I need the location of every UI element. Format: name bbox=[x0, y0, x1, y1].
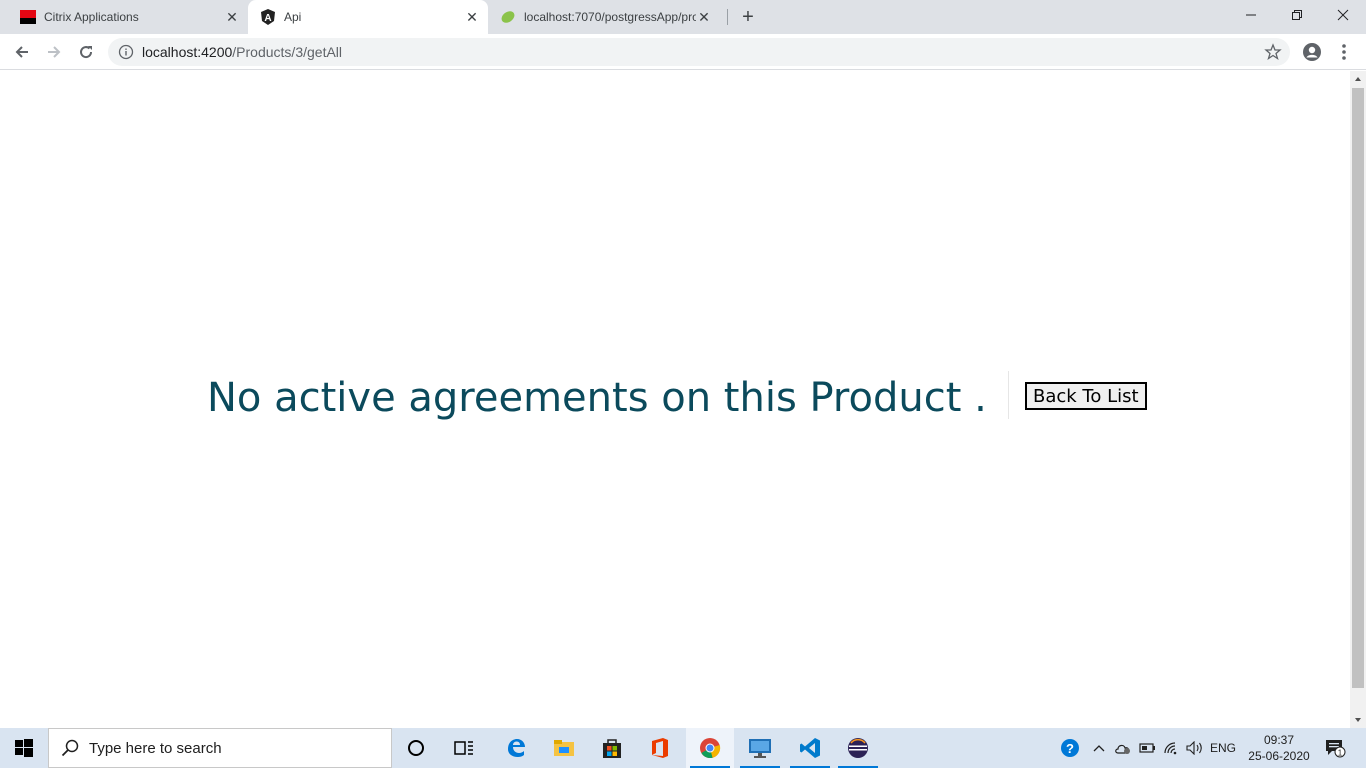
tab-close-icon[interactable]: ✕ bbox=[464, 9, 480, 25]
taskbar-search-box[interactable]: Type here to search bbox=[48, 728, 392, 768]
taskbar-clock[interactable]: 09:37 25-06-2020 bbox=[1240, 728, 1318, 768]
no-agreements-message: No active agreements on this Product . bbox=[207, 375, 987, 421]
close-window-button[interactable] bbox=[1320, 0, 1366, 30]
scroll-down-arrow-icon[interactable] bbox=[1350, 712, 1366, 728]
tab-close-icon[interactable]: ✕ bbox=[696, 9, 712, 25]
volume-tray-icon[interactable] bbox=[1184, 728, 1206, 768]
arrow-right-icon bbox=[48, 46, 61, 58]
restore-icon bbox=[1292, 10, 1302, 20]
url-text[interactable]: localhost:4200/Products/3/getAll bbox=[142, 44, 342, 60]
close-icon bbox=[1337, 9, 1349, 21]
cloud-sync-icon bbox=[1115, 744, 1130, 754]
eclipse-app[interactable] bbox=[834, 728, 882, 768]
windows-taskbar: Type here to search ? ENG 09:37 25-06-20… bbox=[0, 728, 1366, 768]
account-circle-icon bbox=[1303, 43, 1321, 61]
tab-api[interactable]: A Api ✕ bbox=[248, 0, 488, 34]
chevron-up-icon bbox=[1093, 745, 1105, 752]
content-divider bbox=[1008, 371, 1009, 419]
clock-date: 25-06-2020 bbox=[1248, 749, 1310, 763]
back-to-list-button[interactable]: Back To List bbox=[1025, 382, 1147, 410]
eclipse-icon bbox=[848, 738, 868, 758]
page-scrollbar[interactable] bbox=[1350, 71, 1366, 728]
wifi-icon bbox=[1164, 742, 1177, 755]
file-explorer-app[interactable] bbox=[540, 728, 588, 768]
arrow-left-icon bbox=[15, 46, 28, 58]
tab-title: localhost:7070/postgressApp/products bbox=[524, 10, 696, 24]
windows-logo-icon bbox=[15, 739, 33, 757]
tab-postgress-app[interactable]: localhost:7070/postgressApp/products ✕ bbox=[488, 0, 728, 34]
back-button[interactable] bbox=[8, 38, 36, 66]
tab-title: Citrix Applications bbox=[44, 10, 139, 24]
vscode-app[interactable] bbox=[786, 728, 834, 768]
store-bag-icon bbox=[603, 739, 621, 758]
address-bar[interactable]: localhost:4200/Products/3/getAll bbox=[108, 38, 1290, 66]
search-icon bbox=[61, 739, 79, 757]
tab-close-icon[interactable]: ✕ bbox=[224, 9, 240, 25]
reload-button[interactable] bbox=[72, 38, 100, 66]
url-host: localhost:4200 bbox=[142, 44, 233, 60]
task-view-button[interactable] bbox=[440, 728, 488, 768]
new-tab-button[interactable]: + bbox=[736, 5, 760, 29]
wifi-tray-icon[interactable] bbox=[1160, 728, 1182, 768]
search-placeholder: Type here to search bbox=[89, 739, 222, 757]
battery-plug-icon bbox=[1139, 743, 1155, 753]
task-view-icon bbox=[454, 741, 473, 755]
tab-citrix-applications[interactable]: Citrix Applications ✕ bbox=[8, 0, 248, 34]
forward-button[interactable] bbox=[40, 38, 68, 66]
monitor-icon bbox=[749, 739, 771, 758]
page-viewport: No active agreements on this Product . B… bbox=[0, 71, 1350, 728]
svg-text:?: ? bbox=[1066, 741, 1074, 756]
chrome-browser-icon bbox=[700, 738, 721, 759]
more-vertical-icon bbox=[1342, 44, 1346, 60]
svg-text:A: A bbox=[264, 13, 271, 24]
minimize-icon bbox=[1246, 14, 1256, 16]
profile-button[interactable] bbox=[1302, 42, 1322, 62]
cortana-button[interactable] bbox=[392, 728, 440, 768]
help-question-icon: ? bbox=[1061, 739, 1079, 757]
info-icon bbox=[118, 44, 134, 60]
office-logo-icon bbox=[652, 738, 668, 758]
browser-menu-button[interactable] bbox=[1334, 42, 1354, 62]
battery-tray-icon[interactable] bbox=[1136, 728, 1158, 768]
tab-divider bbox=[727, 9, 728, 25]
edge-browser-icon bbox=[508, 739, 525, 757]
speaker-icon bbox=[1186, 741, 1202, 755]
citrix-favicon-icon bbox=[20, 9, 36, 25]
vscode-icon bbox=[800, 738, 820, 758]
chrome-app[interactable] bbox=[686, 728, 734, 768]
remote-desktop-app[interactable] bbox=[736, 728, 784, 768]
scrollbar-thumb[interactable] bbox=[1352, 88, 1364, 688]
minimize-window-button[interactable] bbox=[1228, 0, 1274, 30]
input-language-indicator[interactable]: ENG bbox=[1208, 728, 1238, 768]
reload-icon bbox=[80, 46, 93, 59]
microsoft-store-app[interactable] bbox=[588, 728, 636, 768]
notification-count: 1 bbox=[1338, 749, 1343, 758]
tab-title: Api bbox=[284, 10, 302, 24]
cortana-circle-icon bbox=[408, 740, 424, 756]
onedrive-tray-icon[interactable] bbox=[1112, 728, 1134, 768]
url-path: /Products/3/getAll bbox=[232, 44, 343, 60]
browser-toolbar: localhost:4200/Products/3/getAll bbox=[0, 34, 1366, 70]
show-hidden-icons-button[interactable] bbox=[1090, 728, 1108, 768]
angular-favicon-icon: A bbox=[260, 9, 276, 25]
start-button[interactable] bbox=[0, 728, 48, 768]
restore-window-button[interactable] bbox=[1274, 0, 1320, 30]
spring-leaf-favicon-icon bbox=[500, 9, 516, 25]
folder-icon bbox=[554, 740, 574, 756]
scroll-up-arrow-icon[interactable] bbox=[1350, 71, 1366, 87]
bookmark-star-icon bbox=[1264, 43, 1282, 61]
action-center-button[interactable]: 1 bbox=[1320, 728, 1350, 768]
edge-app[interactable] bbox=[492, 728, 540, 768]
help-tray-button[interactable]: ? bbox=[1058, 728, 1082, 768]
notification-icon: 1 bbox=[1326, 740, 1346, 758]
browser-tab-strip: Citrix Applications ✕ A Api ✕ localhost:… bbox=[0, 0, 1366, 34]
office-app[interactable] bbox=[636, 728, 684, 768]
clock-time: 09:37 bbox=[1263, 733, 1295, 747]
